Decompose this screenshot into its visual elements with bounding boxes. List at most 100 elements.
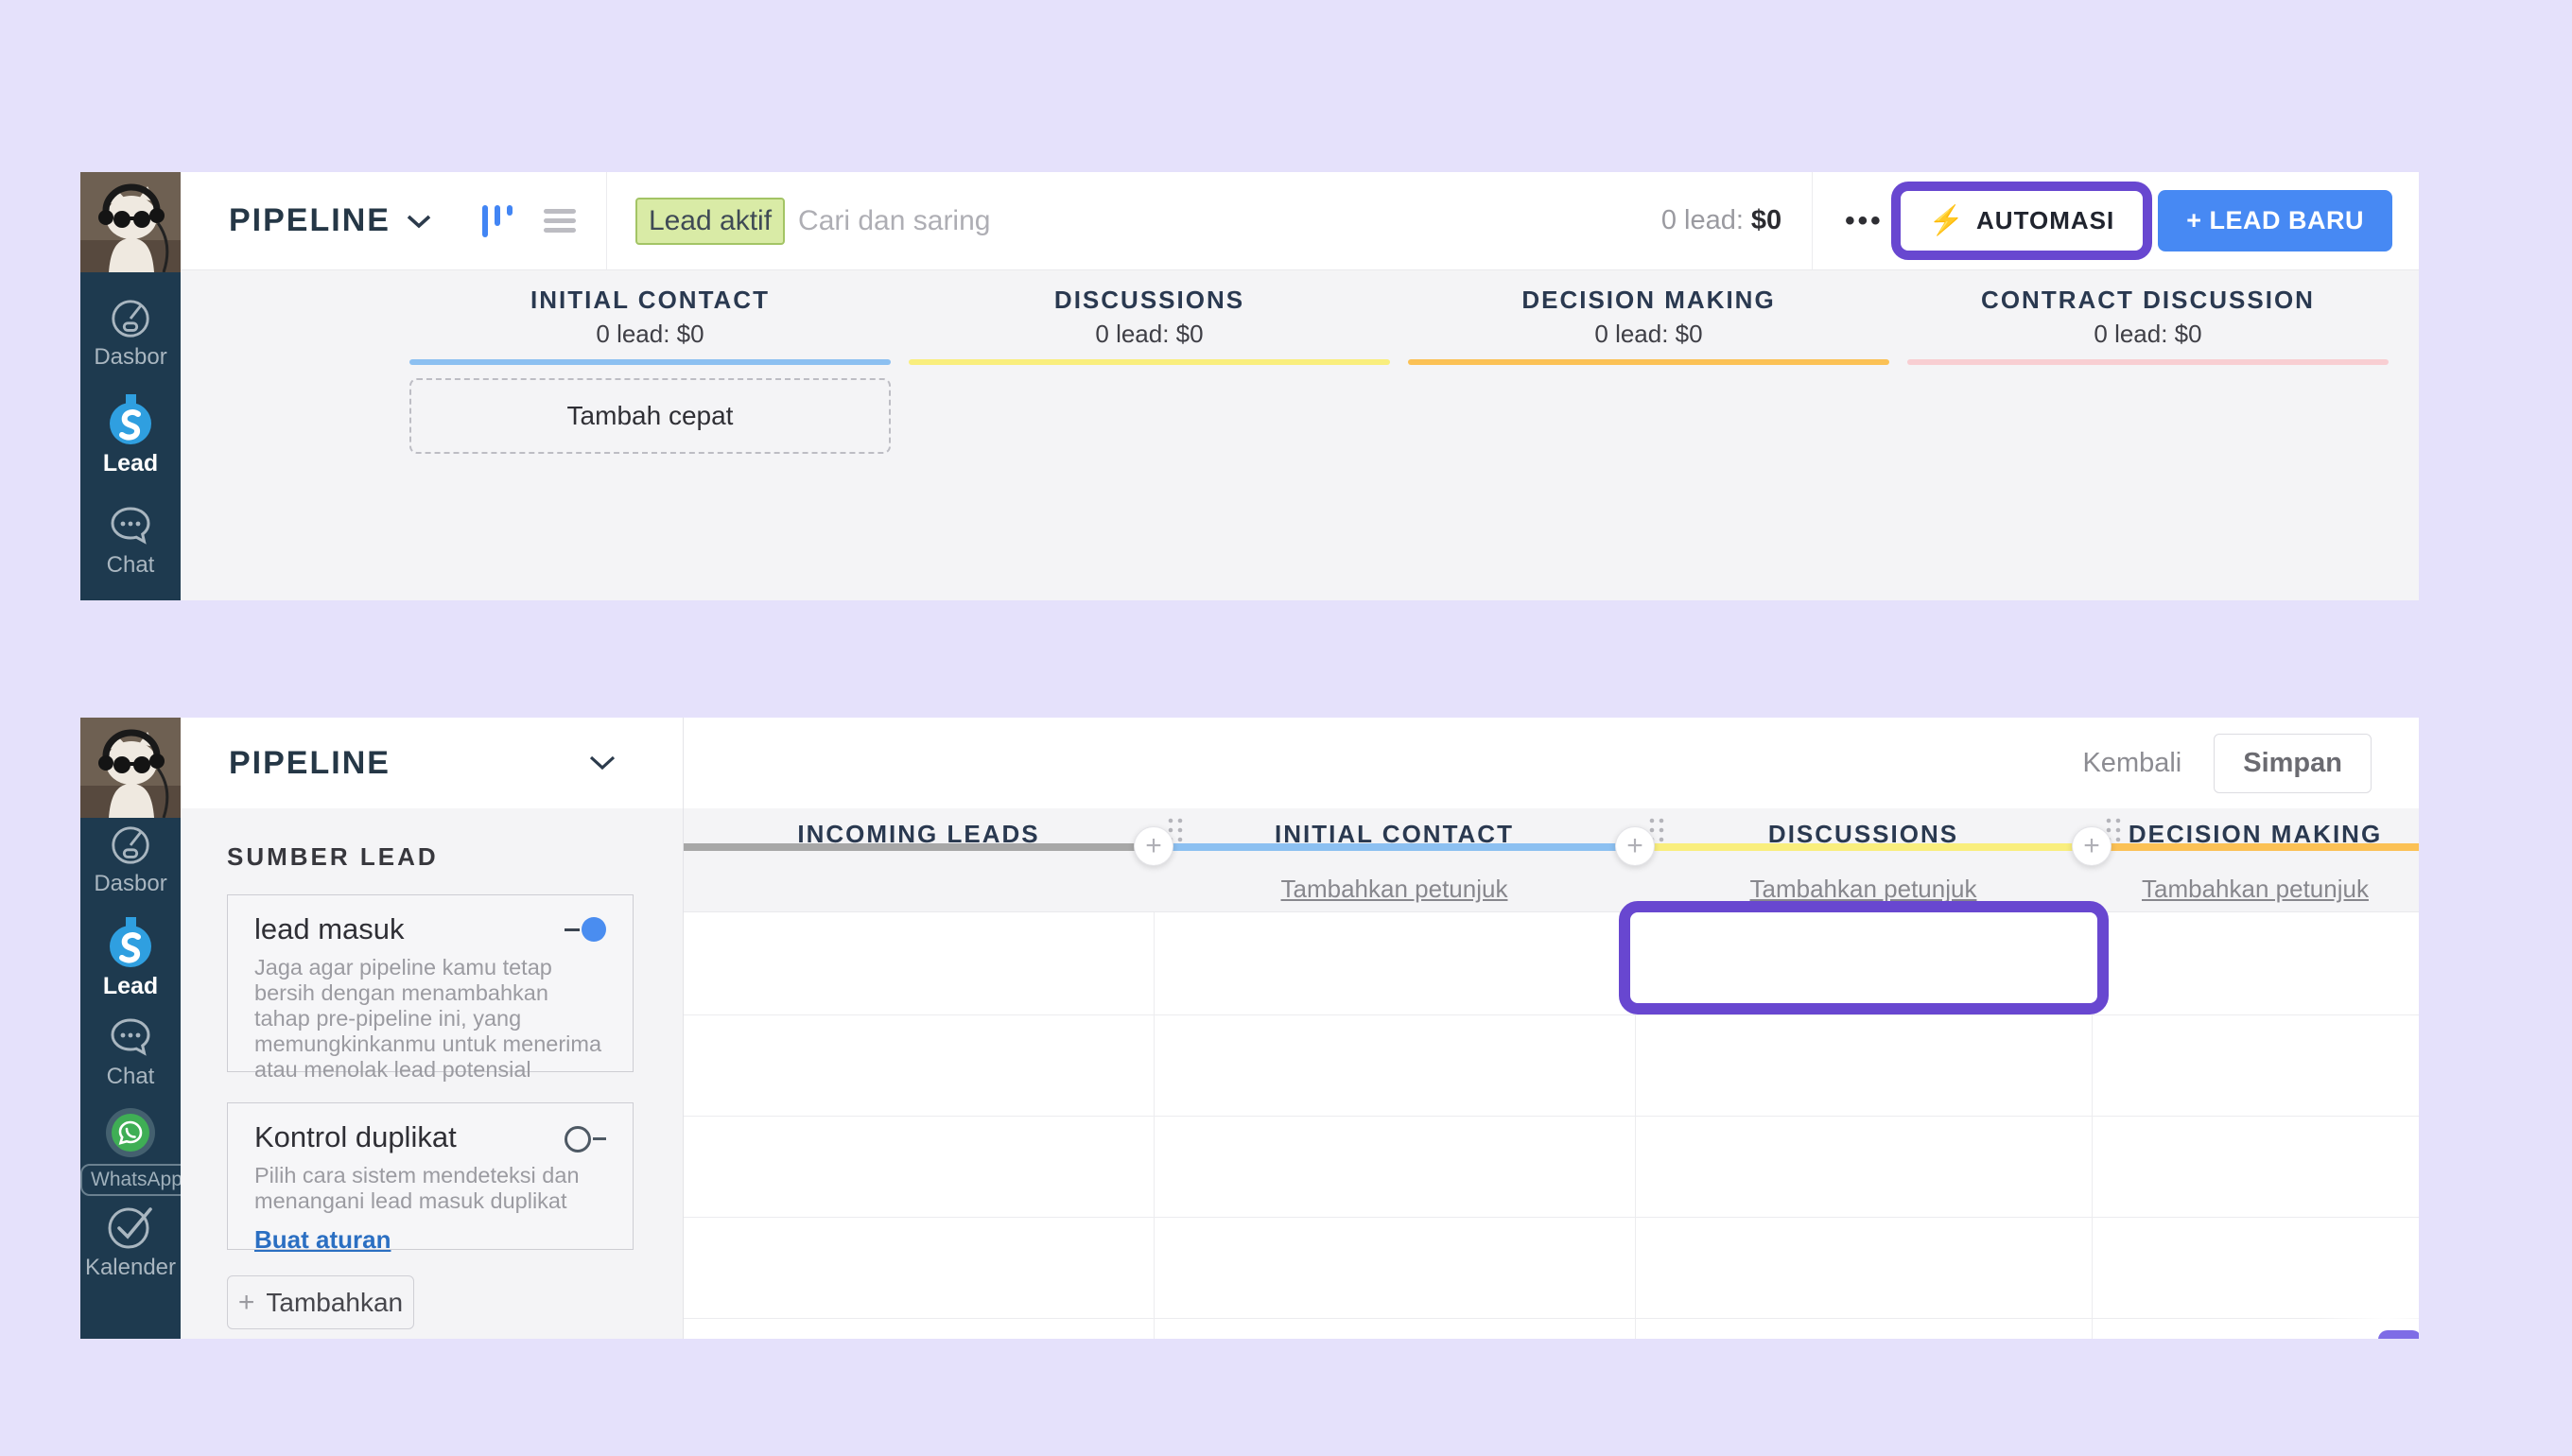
- card-description: Jaga agar pipeline kamu tetap bersih den…: [254, 955, 606, 1083]
- dashboard-icon: [109, 297, 152, 340]
- stage-name: CONTRACT DISCUSSION: [1907, 286, 2389, 314]
- stage-color-bar: [409, 359, 891, 365]
- lightning-icon: ⚡: [1929, 204, 1965, 237]
- pipeline-selector: PIPELINE: [181, 718, 684, 808]
- divider: [606, 172, 607, 269]
- search-input[interactable]: Cari dan saring: [798, 205, 990, 237]
- sidebar-item-dasbor[interactable]: Dasbor: [80, 297, 181, 371]
- back-button[interactable]: Kembali: [2082, 748, 2181, 779]
- stage-header-strip: INCOMING LEADS INITIAL CONTACT DISCUSSIO…: [684, 808, 2419, 912]
- cursor-glow: [2305, 1239, 2419, 1339]
- avatar[interactable]: [80, 172, 181, 272]
- dashboard-icon: [109, 823, 152, 867]
- lead-icon: [106, 916, 155, 969]
- list-view-icon[interactable]: [542, 206, 578, 236]
- stage-stats: 0 lead: $0: [909, 320, 1390, 348]
- sidebar: Dasbor Lead Chat: [80, 172, 181, 600]
- plus-icon: +: [238, 1287, 255, 1319]
- add-stage-button[interactable]: +: [1134, 826, 1173, 866]
- stage-color-bar: [684, 843, 1154, 851]
- card-title: lead masuk: [254, 912, 405, 946]
- sidebar-item-label: Lead: [80, 973, 181, 1000]
- toggle-on[interactable]: [565, 916, 606, 943]
- editor-header: PIPELINE Kembali Simpan: [181, 718, 2419, 808]
- sidebar-item-label: Kalender: [80, 1255, 181, 1281]
- lead-source-card-duplicates: Kontrol duplikat Pilih cara sistem mende…: [227, 1102, 634, 1250]
- column-divider: [1154, 912, 1155, 1339]
- quick-add-button[interactable]: Tambah cepat: [409, 378, 891, 454]
- sidebar-item-dasbor[interactable]: Dasbor: [80, 823, 181, 897]
- stage-column-contract-discussion: CONTRACT DISCUSSION 0 lead: $0: [1907, 270, 2389, 365]
- divider: [1812, 172, 1813, 269]
- pipeline-board-window: Dasbor Lead Chat PIPELINE: [80, 172, 2419, 600]
- row-divider: [684, 1116, 2419, 1117]
- sidebar-item-chat[interactable]: Chat: [80, 505, 181, 579]
- calendar-check-icon: [105, 1202, 156, 1251]
- stage-color-bar: [2092, 843, 2419, 851]
- sidebar-item-label: Dasbor: [80, 871, 181, 897]
- create-rule-link[interactable]: Buat aturan: [254, 1225, 391, 1255]
- save-button[interactable]: Simpan: [2214, 734, 2372, 793]
- kanban-view-icon[interactable]: [478, 202, 515, 240]
- sidebar: Dasbor Lead Chat: [80, 718, 181, 1339]
- section-title: SUMBER LEAD: [227, 842, 683, 872]
- sidebar-item-label: Lead: [80, 450, 181, 477]
- stage-editor-grid: INCOMING LEADS INITIAL CONTACT DISCUSSIO…: [684, 808, 2419, 1339]
- stage-name: DECISION MAKING: [1408, 286, 1889, 314]
- pipeline-title: PIPELINE: [229, 202, 391, 239]
- pipeline-editor-window: Dasbor Lead Chat: [80, 718, 2419, 1339]
- sidebar-item-label: Chat: [80, 552, 181, 579]
- automation-button[interactable]: ⚡ AUTOMASI: [1904, 195, 2140, 247]
- stage-color-bar: [1635, 843, 2092, 851]
- filter-badge[interactable]: Lead aktif: [635, 198, 785, 245]
- lead-icon: [106, 393, 155, 446]
- tutorial-cursor-chip: [2378, 1330, 2419, 1339]
- whatsapp-icon: [105, 1107, 156, 1158]
- lead-source-card-incoming: lead masuk Jaga agar pipeline kamu tetap…: [227, 894, 634, 1072]
- stage-color-bar: [1408, 359, 1889, 365]
- lead-counter: 0 lead:$0: [1661, 205, 1781, 236]
- add-stage-button[interactable]: +: [2072, 826, 2111, 866]
- add-hint-link: Tambahkan petunjuk: [2092, 875, 2419, 904]
- chevron-down-icon[interactable]: [406, 213, 432, 230]
- card-description: Pilih cara sistem mendeteksi dan menanga…: [254, 1163, 606, 1214]
- add-hint-link: Tambahkan petunjuk: [1635, 875, 2092, 904]
- add-source-button[interactable]: + Tambahkan: [227, 1275, 414, 1329]
- stage-column-decision-making: DECISION MAKING 0 lead: $0: [1408, 270, 1889, 365]
- more-menu-button[interactable]: •••: [1845, 205, 1884, 237]
- stage-color-bar: [909, 359, 1390, 365]
- cat-avatar-image: [80, 718, 181, 818]
- cat-avatar-image: [80, 172, 181, 272]
- row-divider: [684, 1318, 2419, 1319]
- kanban-board: INITIAL CONTACT 0 lead: $0 Tambah cepat …: [181, 270, 2419, 600]
- sidebar-item-lead[interactable]: Lead: [80, 393, 181, 477]
- whatsapp-label-badge: WhatsApp: [80, 1164, 193, 1196]
- stage-stats: 0 lead: $0: [409, 320, 891, 348]
- chevron-down-icon[interactable]: [588, 754, 617, 771]
- toggle-off[interactable]: [565, 1124, 606, 1151]
- add-stage-button[interactable]: +: [1615, 826, 1655, 866]
- stage-name: INITIAL CONTACT: [409, 286, 891, 314]
- sidebar-item-lead[interactable]: Lead: [80, 916, 181, 1000]
- stage-stats: 0 lead: $0: [1907, 320, 2389, 348]
- chat-icon: [108, 505, 153, 548]
- stage-column-discussions: DISCUSSIONS 0 lead: $0: [909, 270, 1390, 365]
- add-hint-link: Tambahkan petunjuk: [1154, 875, 1635, 904]
- new-lead-button[interactable]: + LEAD BARU: [2158, 190, 2392, 251]
- stage-name: DISCUSSIONS: [909, 286, 1390, 314]
- sidebar-item-chat[interactable]: Chat: [80, 1016, 181, 1090]
- avatar[interactable]: [80, 718, 181, 818]
- sidebar-item-label: Chat: [80, 1064, 181, 1090]
- view-switcher: [478, 202, 578, 240]
- page-background: Dasbor Lead Chat PIPELINE: [0, 0, 2572, 1456]
- sidebar-item-whatsapp[interactable]: WhatsApp: [80, 1107, 181, 1196]
- chat-icon: [108, 1016, 153, 1060]
- pipeline-title: PIPELINE: [229, 745, 391, 782]
- stage-color-bar: [1154, 843, 1635, 851]
- tutorial-highlight-box: [1619, 901, 2109, 1014]
- lead-sources-panel: SUMBER LEAD lead masuk Jaga agar pipelin…: [181, 808, 684, 1339]
- editor-actions: Kembali Simpan: [2082, 734, 2419, 793]
- stage-stats: 0 lead: $0: [1408, 320, 1889, 348]
- sidebar-item-kalender[interactable]: Kalender: [80, 1202, 181, 1281]
- row-divider: [684, 1014, 2419, 1015]
